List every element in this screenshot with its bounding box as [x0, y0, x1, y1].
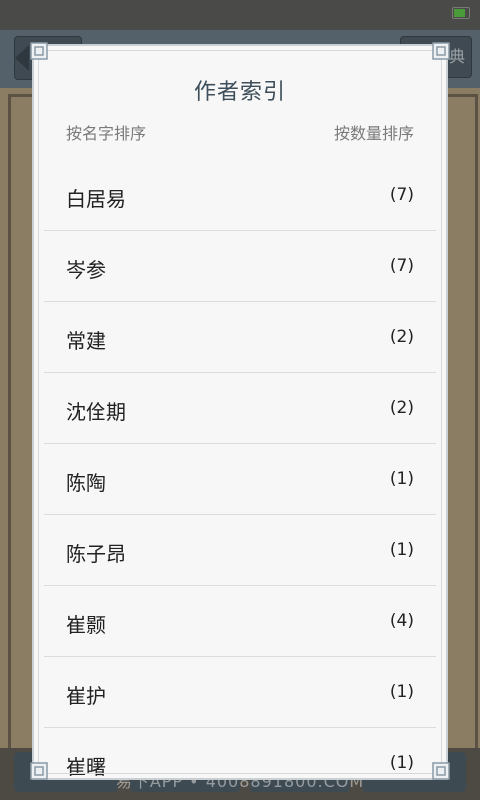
corner-ornament-icon — [30, 42, 48, 60]
author-count: (1) — [389, 540, 414, 560]
author-name: 崔颢 — [66, 613, 106, 637]
author-count: (1) — [389, 682, 414, 702]
author-name: 白居易 — [66, 187, 126, 211]
corner-ornament-icon — [30, 762, 48, 780]
battery-icon — [452, 7, 470, 19]
author-count: (1) — [389, 753, 414, 773]
list-item[interactable]: 崔护 (1) — [44, 657, 436, 728]
author-count: (7) — [389, 185, 414, 205]
author-list: 白居易 (7) 岑参 (7) 常建 (2) 沈佺期 (2) 陈陶 (1) 陈子昂… — [44, 160, 436, 779]
author-name: 崔曙 — [66, 755, 106, 779]
corner-ornament-icon — [432, 762, 450, 780]
corner-ornament-icon — [432, 42, 450, 60]
status-bar — [0, 0, 480, 30]
author-name: 崔护 — [66, 684, 106, 708]
author-name: 陈子昂 — [66, 542, 126, 566]
list-item[interactable]: 陈陶 (1) — [44, 444, 436, 515]
author-index-dialog: 作者索引 按名字排序 按数量排序 白居易 (7) 岑参 (7) 常建 (2) 沈… — [32, 44, 448, 780]
list-item[interactable]: 岑参 (7) — [44, 231, 436, 302]
author-count: (4) — [389, 611, 414, 631]
list-item[interactable]: 崔曙 (1) — [44, 728, 436, 779]
author-count: (2) — [389, 327, 414, 347]
author-name: 沈佺期 — [66, 400, 126, 424]
author-name: 岑参 — [66, 258, 106, 282]
dialog-title: 作者索引 — [193, 80, 286, 105]
list-item[interactable]: 白居易 (7) — [44, 160, 436, 231]
author-count: (7) — [389, 256, 414, 276]
author-name: 常建 — [66, 329, 106, 353]
author-count: (2) — [389, 398, 414, 418]
sort-by-name-button[interactable]: 按名字排序 — [66, 120, 146, 144]
list-item[interactable]: 陈子昂 (1) — [44, 515, 436, 586]
list-item[interactable]: 崔颢 (4) — [44, 586, 436, 657]
status-bar-right — [452, 7, 470, 19]
list-item[interactable]: 常建 (2) — [44, 302, 436, 373]
author-count: (1) — [389, 469, 414, 489]
author-name: 陈陶 — [66, 471, 106, 495]
list-item[interactable]: 沈佺期 (2) — [44, 373, 436, 444]
sort-by-count-button[interactable]: 按数量排序 — [334, 120, 414, 144]
